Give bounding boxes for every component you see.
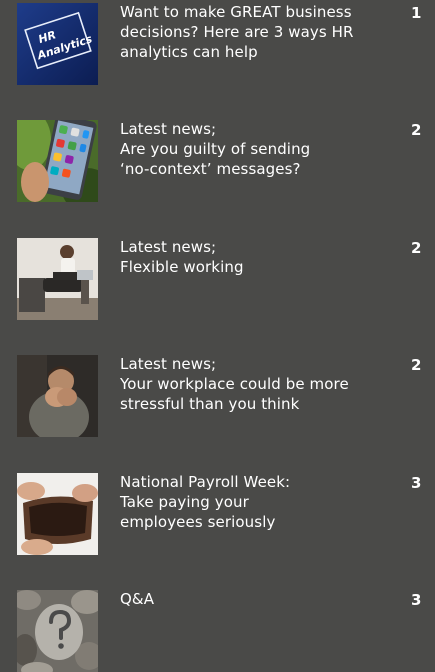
woman-laptop-icon — [17, 238, 98, 320]
page-number: 1 — [411, 4, 422, 22]
toc-item-national-payroll-week[interactable]: National Payroll Week: Take paying your … — [0, 473, 435, 555]
hr-analytics-icon: HR Analytics — [17, 3, 98, 85]
stressed-man-icon — [17, 355, 98, 437]
empty-wallet-icon — [17, 473, 98, 555]
page-number: 2 — [411, 121, 422, 139]
toc-item-title: Q&A — [120, 589, 380, 609]
title-line: National Payroll Week: — [120, 473, 291, 491]
woman-laptop-thumbnail — [17, 238, 98, 320]
title-line: ‘no-context’ messages? — [120, 160, 301, 178]
title-line: Want to make GREAT business — [120, 3, 352, 21]
title-line: analytics can help — [120, 43, 258, 61]
title-line: Take paying your — [120, 493, 249, 511]
page-number: 2 — [411, 239, 422, 257]
title-line: stressful than you think — [120, 395, 300, 413]
smartphone-apps-icon — [17, 120, 98, 202]
page-number: 3 — [411, 591, 422, 609]
page-number: 2 — [411, 356, 422, 374]
toc-item-flexible-working[interactable]: Latest news; Flexible working 2 — [0, 238, 435, 320]
toc-item-no-context-messages[interactable]: Latest news; Are you guilty of sending ‘… — [0, 120, 435, 202]
toc-item-hr-analytics[interactable]: HR Analytics Want to make GREAT business… — [0, 3, 435, 85]
question-stone-thumbnail — [17, 590, 98, 672]
page-number: 3 — [411, 474, 422, 492]
hr-analytics-thumbnail: HR Analytics — [17, 3, 98, 85]
title-line: Latest news; — [120, 355, 217, 373]
title-line: Your workplace could be more — [120, 375, 349, 393]
title-line: Latest news; — [120, 238, 217, 256]
title-line: Flexible working — [120, 258, 244, 276]
title-line: Are you guilty of sending — [120, 140, 311, 158]
toc-item-workplace-stress[interactable]: Latest news; Your workplace could be mor… — [0, 355, 435, 437]
empty-wallet-thumbnail — [17, 473, 98, 555]
toc-item-q-and-a[interactable]: Q&A 3 — [0, 590, 435, 672]
stressed-man-thumbnail — [17, 355, 98, 437]
title-line: decisions? Here are 3 ways HR — [120, 23, 354, 41]
table-of-contents: HR Analytics Want to make GREAT business… — [0, 0, 435, 672]
toc-item-title: Latest news; Flexible working — [120, 237, 380, 277]
toc-item-title: Latest news; Are you guilty of sending ‘… — [120, 119, 380, 179]
toc-item-title: Latest news; Your workplace could be mor… — [120, 354, 380, 414]
toc-item-title: Want to make GREAT business decisions? H… — [120, 2, 380, 62]
title-line: Q&A — [120, 590, 155, 608]
question-stone-icon — [17, 590, 98, 672]
title-line: employees seriously — [120, 513, 276, 531]
toc-item-title: National Payroll Week: Take paying your … — [120, 472, 380, 532]
smartphone-apps-thumbnail — [17, 120, 98, 202]
title-line: Latest news; — [120, 120, 217, 138]
